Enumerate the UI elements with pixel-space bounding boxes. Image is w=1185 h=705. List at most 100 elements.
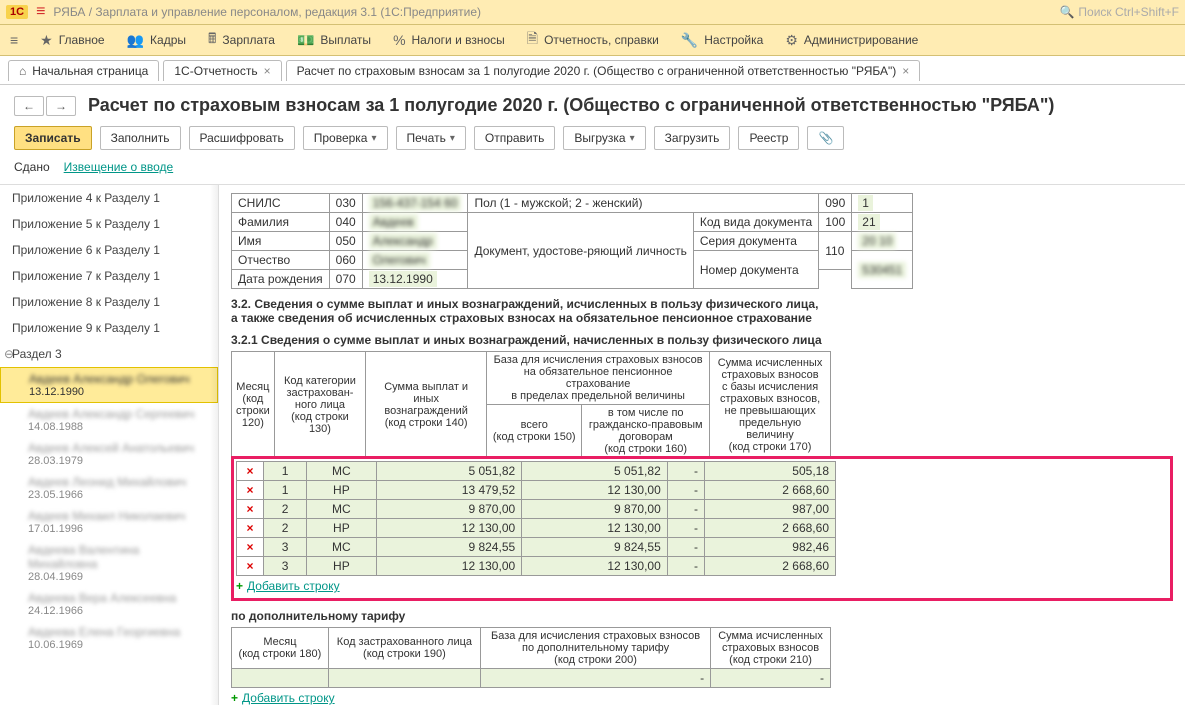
table-row[interactable]: ×1МС5 051,825 051,82-505,18 [237, 462, 836, 481]
delete-row-icon[interactable]: × [237, 462, 264, 481]
toolbar: Записать Заполнить Расшифровать Проверка… [0, 122, 1185, 154]
imya-value[interactable]: Александр [369, 233, 437, 249]
tab-start[interactable]: ⌂Начальная страница [8, 60, 159, 81]
people-icon: 👥 [127, 32, 144, 49]
section-3-2-1: 3.2.1 Сведения о сумме выплат и иных воз… [231, 333, 1173, 347]
calc-icon: 🖩 [208, 28, 216, 52]
sidebar-item[interactable]: Приложение 8 к Разделу 1 [0, 289, 218, 315]
delete-row-icon[interactable]: × [237, 481, 264, 500]
sidebar-person[interactable]: Авдеева Вера Алексеевна24.12.1966 [0, 587, 218, 621]
search-placeholder: Поиск Ctrl+Shift+F [1078, 5, 1179, 19]
menu-admin[interactable]: ⚙Администрирование [785, 32, 918, 49]
table-row[interactable]: ×3НР12 130,0012 130,00-2 668,60 [237, 557, 836, 576]
paperclip-icon: 📎 [818, 131, 833, 145]
sidebar-item[interactable]: ⊖Раздел 3 [0, 341, 218, 367]
wrench-icon: 🔧 [681, 32, 698, 49]
tabs-bar: ⌂Начальная страница 1С-Отчетность× Расче… [0, 56, 1185, 85]
page-head: ← → Расчет по страховым взносам за 1 пол… [0, 85, 1185, 122]
scrollbar[interactable] [210, 185, 218, 705]
person-table: СНИЛС030156-437-154 60 Пол (1 - мужской;… [231, 193, 913, 289]
nav-back[interactable]: ← [14, 96, 44, 116]
ser-value[interactable]: 20 10 [858, 233, 896, 249]
close-icon[interactable]: × [902, 64, 909, 78]
menu-nastroika[interactable]: 🔧Настройка [681, 32, 764, 49]
table-row[interactable]: ×3МС9 824,559 824,55-982,46 [237, 538, 836, 557]
izveshchenie-link[interactable]: Извещение о вводе [64, 160, 174, 174]
search-box[interactable]: 🔍 Поиск Ctrl+Shift+F [1059, 5, 1179, 19]
reestr-button[interactable]: Реестр [738, 126, 799, 150]
menu-nalogi[interactable]: %Налоги и взносы [393, 32, 505, 48]
app-title: РЯБА / Зарплата и управление персоналом,… [53, 5, 481, 19]
attach-button[interactable]: 📎 [807, 126, 844, 150]
vygruzka-button[interactable]: Выгрузка▾ [563, 126, 645, 150]
close-icon[interactable]: × [264, 64, 271, 78]
dob-value[interactable]: 13.12.1990 [369, 271, 437, 287]
sidebar-person[interactable]: Авдеев Алексей Анатольевич28.03.1979 [0, 437, 218, 471]
sidebar-item[interactable]: Приложение 9 к Разделу 1 [0, 315, 218, 341]
delete-row-icon[interactable]: × [237, 519, 264, 538]
sidebar-person[interactable]: Авдеева Валентина Михайловна28.04.1969 [0, 539, 218, 587]
delete-row-icon[interactable]: × [237, 538, 264, 557]
zagruzit-button[interactable]: Загрузить [654, 126, 731, 150]
nav-fwd[interactable]: → [46, 96, 76, 116]
section-3-2: 3.2. Сведения о сумме выплат и иных возн… [231, 297, 1173, 325]
section-3-2-2: по дополнительному тарифу [231, 609, 1173, 623]
menu-kadry[interactable]: 👥Кадры [127, 32, 186, 49]
zapolnit-button[interactable]: Заполнить [100, 126, 181, 150]
chevron-down-icon: ▾ [371, 133, 376, 144]
sidebar-person[interactable]: Авдеев Александр Сергеевич14.08.1988 [0, 403, 218, 437]
data-table-321-head: Месяц (код строки 120) Код категории зас… [231, 351, 831, 458]
gear-icon: ⚙ [785, 32, 798, 49]
kvd-value[interactable]: 21 [858, 214, 879, 230]
menu-zarplata[interactable]: 🖩Зарплата [208, 28, 275, 52]
highlight-box: ×1МС5 051,825 051,82-505,18×1НР13 479,52… [231, 456, 1173, 601]
app-header: 1С ≡ РЯБА / Зарплата и управление персон… [0, 0, 1185, 25]
sidebar-item[interactable]: Приложение 4 к Разделу 1 [0, 185, 218, 211]
chevron-down-icon: ▾ [450, 133, 455, 144]
logo: 1С [6, 5, 28, 19]
nom-value[interactable]: 530451 [858, 262, 906, 278]
sidebar-item[interactable]: Приложение 5 к Разделу 1 [0, 211, 218, 237]
data-table-322: Месяц (код строки 180) Код застрахованно… [231, 627, 831, 688]
proverka-button[interactable]: Проверка▾ [303, 126, 388, 150]
pol-value[interactable]: 1 [858, 195, 873, 211]
table-row[interactable]: ×1НР13 479,5212 130,00-2 668,60 [237, 481, 836, 500]
delete-row-icon[interactable]: × [237, 557, 264, 576]
page-title: Расчет по страховым взносам за 1 полугод… [88, 95, 1054, 116]
chevron-down-icon: ▾ [630, 133, 635, 144]
sidebar-person[interactable]: Авдеев Михаил Николаевич17.01.1996 [0, 505, 218, 539]
percent-icon: % [393, 32, 405, 48]
sidebar-person[interactable]: Авдеев Александр Олегович13.12.1990 [0, 367, 218, 403]
content: СНИЛС030156-437-154 60 Пол (1 - мужской;… [219, 185, 1185, 705]
tab-raschet[interactable]: Расчет по страховым взносам за 1 полугод… [286, 60, 921, 81]
sidebar-item[interactable]: Приложение 7 к Разделу 1 [0, 263, 218, 289]
plus-icon: + [236, 579, 243, 593]
table-row[interactable]: ×2НР12 130,0012 130,00-2 668,60 [237, 519, 836, 538]
search-icon: 🔍 [1059, 5, 1074, 19]
star-icon: ★ [40, 32, 53, 49]
pechat-button[interactable]: Печать▾ [396, 126, 466, 150]
status-label: Сдано [14, 160, 50, 174]
home-icon: ⌂ [19, 64, 26, 78]
fam-value[interactable]: Авдеев [369, 214, 418, 230]
sidebar-person[interactable]: Авдеев Леонид Михайлович23.05.1966 [0, 471, 218, 505]
snils-value[interactable]: 156-437-154 60 [369, 195, 462, 211]
menu-bars[interactable]: ≡ [10, 32, 18, 48]
add-row-link-2[interactable]: +Добавить строку [231, 688, 1173, 705]
sidebar-person[interactable]: Авдеева Елена Георгиевна10.06.1969 [0, 621, 218, 655]
rasshifr-button[interactable]: Расшифровать [189, 126, 295, 150]
table-row[interactable]: ×2МС9 870,009 870,00-987,00 [237, 500, 836, 519]
sidebar-item[interactable]: Приложение 6 к Разделу 1 [0, 237, 218, 263]
otch-value[interactable]: Олегович [369, 252, 430, 268]
hamburger-icon[interactable]: ≡ [36, 3, 45, 21]
delete-row-icon[interactable]: × [237, 500, 264, 519]
otpravit-button[interactable]: Отправить [474, 126, 556, 150]
menu-vyplaty[interactable]: 💵Выплаты [297, 32, 371, 49]
menu-main[interactable]: ★Главное [40, 32, 104, 49]
menu-otchet[interactable]: 🗎Отчетность, справки [527, 28, 659, 52]
tab-1c-otchetnost[interactable]: 1С-Отчетность× [163, 60, 281, 81]
zapisat-button[interactable]: Записать [14, 126, 92, 150]
add-row-link[interactable]: +Добавить строку [236, 576, 1168, 596]
data-table-321: ×1МС5 051,825 051,82-505,18×1НР13 479,52… [236, 461, 836, 576]
tree-toggle-icon[interactable]: ⊖ [4, 347, 14, 361]
